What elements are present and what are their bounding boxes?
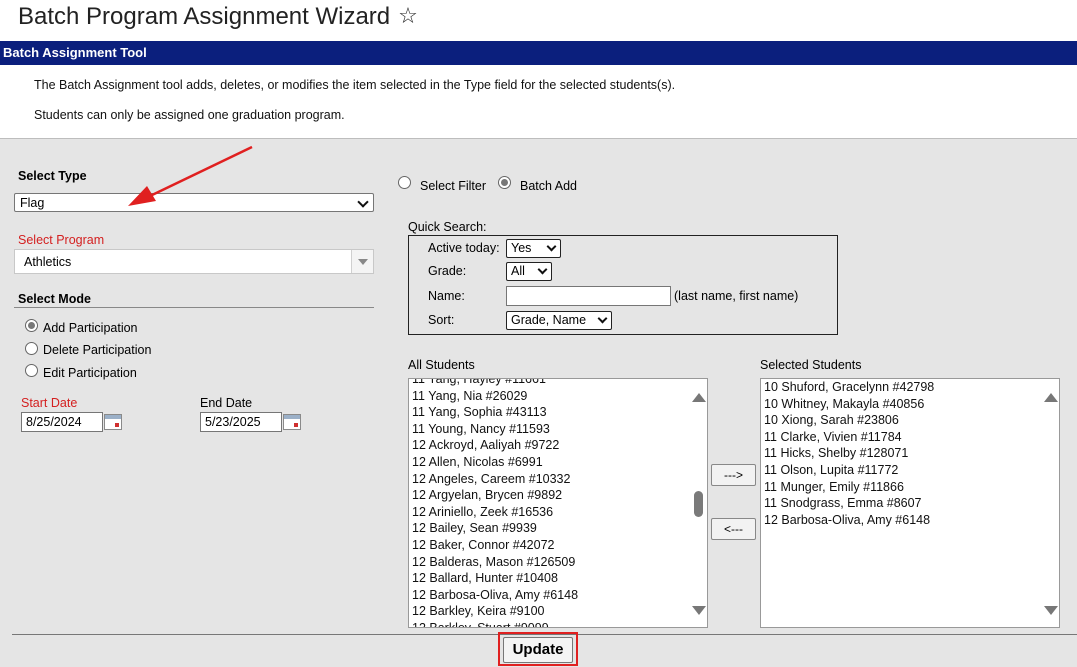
all-students-items: 11 Yang, Hayley #11661 11 Yang, Nia #2602… — [409, 379, 707, 627]
select-program-dropdown[interactable]: Athletics — [14, 249, 374, 274]
list-item[interactable]: 12 Allen, Nicolas #6991 — [409, 454, 707, 471]
delete-participation-radio[interactable] — [25, 342, 38, 355]
list-item[interactable]: 11 Yang, Sophia #43113 — [409, 404, 707, 421]
chevron-down-icon — [537, 264, 548, 275]
list-item[interactable]: 12 Bailey, Sean #9939 — [409, 520, 707, 537]
grade-select[interactable]: All — [506, 262, 552, 281]
list-item[interactable]: 12 Argyelan, Brycen #9892 — [409, 487, 707, 504]
end-date-input[interactable]: 5/23/2025 — [200, 412, 282, 432]
add-participation-radio[interactable] — [25, 319, 38, 332]
description-line-2: Students can only be assigned one gradua… — [34, 108, 345, 122]
page-title-text: Batch Program Assignment Wizard — [18, 3, 391, 30]
delete-participation-label: Delete Participation — [43, 343, 152, 357]
start-date-value: 8/25/2024 — [26, 415, 82, 429]
calendar-icon[interactable] — [104, 414, 122, 430]
selected-students-label: Selected Students — [760, 358, 862, 372]
name-hint: (last name, first name) — [674, 289, 799, 303]
sort-value: Grade, Name — [511, 313, 587, 327]
edit-participation-radio[interactable] — [25, 364, 38, 377]
scroll-up-icon[interactable] — [692, 393, 706, 402]
remove-student-button[interactable]: <--- — [711, 518, 756, 540]
quick-search-label: Quick Search: — [408, 220, 487, 234]
star-icon[interactable]: ☆ — [398, 3, 418, 29]
all-students-label: All Students — [408, 358, 475, 372]
list-item[interactable]: 12 Angeles, Careem #10332 — [409, 471, 707, 488]
selected-students-list[interactable]: 10 Shuford, Gracelynn #42798 10 Whitney, … — [760, 378, 1060, 628]
active-today-label: Active today: — [428, 241, 500, 255]
list-item[interactable]: 12 Barbosa-Oliva, Amy #6148 — [761, 512, 1059, 529]
list-item[interactable]: 10 Whitney, Makayla #40856 — [761, 396, 1059, 413]
select-mode-divider — [14, 307, 374, 308]
list-item[interactable]: 11 Young, Nancy #11593 — [409, 421, 707, 438]
grade-value: All — [511, 264, 525, 278]
select-program-label: Select Program — [18, 233, 105, 247]
edit-participation-label: Edit Participation — [43, 366, 137, 380]
add-participation-label: Add Participation — [43, 321, 138, 335]
list-item[interactable]: 10 Xiong, Sarah #23806 — [761, 412, 1059, 429]
scrollbar[interactable] — [1041, 379, 1059, 627]
select-type-dropdown[interactable]: Flag — [14, 193, 374, 212]
chevron-down-icon — [597, 313, 608, 324]
list-item[interactable]: 11 Olson, Lupita #11772 — [761, 462, 1059, 479]
chevron-down-icon — [546, 241, 557, 252]
sort-select[interactable]: Grade, Name — [506, 311, 612, 330]
chevron-down-icon — [357, 196, 369, 208]
name-input[interactable] — [506, 286, 671, 306]
list-item[interactable]: 11 Hicks, Shelby #128071 — [761, 445, 1059, 462]
list-item[interactable]: 12 Barkley, Keira #9100 — [409, 603, 707, 620]
list-item[interactable]: 12 Barbosa-Oliva, Amy #6148 — [409, 587, 707, 604]
select-type-value: Flag — [20, 196, 45, 210]
select-mode-label: Select Mode — [18, 292, 91, 306]
sort-label: Sort: — [428, 313, 455, 327]
list-item[interactable]: 11 Clarke, Vivien #11784 — [761, 429, 1059, 446]
page-title: Batch Program Assignment Wizard ☆ — [18, 3, 418, 31]
list-item[interactable]: 12 Ackroyd, Aaliyah #9722 — [409, 437, 707, 454]
scroll-thumb[interactable] — [694, 491, 703, 517]
tool-header: Batch Assignment Tool — [0, 41, 1077, 65]
active-today-select[interactable]: Yes — [506, 239, 561, 258]
batch-add-radio[interactable] — [498, 176, 511, 189]
end-date-label: End Date — [200, 396, 253, 410]
end-date-value: 5/23/2025 — [205, 415, 261, 429]
list-item[interactable]: 11 Yang, Hayley #11661 — [409, 379, 707, 388]
scrollbar[interactable] — [689, 379, 707, 627]
name-label: Name: — [428, 289, 465, 303]
scroll-down-icon[interactable] — [1044, 606, 1058, 615]
active-today-value: Yes — [511, 241, 532, 255]
select-filter-radio[interactable] — [398, 176, 411, 189]
list-item[interactable]: 10 Shuford, Gracelynn #42798 — [761, 379, 1059, 396]
list-item[interactable]: 11 Yang, Nia #26029 — [409, 388, 707, 405]
list-item[interactable]: 11 Snodgrass, Emma #8607 — [761, 495, 1059, 512]
select-type-label: Select Type — [18, 169, 87, 183]
scroll-down-icon[interactable] — [692, 606, 706, 615]
select-filter-label: Select Filter — [420, 179, 486, 193]
start-date-label: Start Date — [21, 396, 78, 410]
all-students-list[interactable]: 11 Yang, Hayley #11661 11 Yang, Nia #2602… — [408, 378, 708, 628]
list-item[interactable]: 12 Ballard, Hunter #10408 — [409, 570, 707, 587]
description-line-1: The Batch Assignment tool adds, deletes,… — [34, 78, 676, 92]
batch-add-label: Batch Add — [520, 179, 577, 193]
scroll-up-icon[interactable] — [1044, 393, 1058, 402]
grade-label: Grade: — [428, 264, 467, 278]
list-item[interactable]: 12 Ariniello, Zeek #16536 — [409, 504, 707, 521]
start-date-input[interactable]: 8/25/2024 — [21, 412, 103, 432]
dropdown-arrow-icon — [351, 250, 373, 273]
add-student-button[interactable]: ---> — [711, 464, 756, 486]
calendar-icon[interactable] — [283, 414, 301, 430]
list-item[interactable]: 12 Baker, Connor #42072 — [409, 537, 707, 554]
select-program-value: Athletics — [24, 255, 72, 269]
update-button[interactable]: Update — [503, 637, 573, 663]
list-item[interactable]: 11 Munger, Emily #11866 — [761, 479, 1059, 496]
list-item[interactable]: 12 Balderas, Mason #126509 — [409, 554, 707, 571]
selected-students-items: 10 Shuford, Gracelynn #42798 10 Whitney, … — [761, 379, 1059, 528]
list-item[interactable]: 12 Barkley, Stuart #9099 — [409, 620, 707, 627]
